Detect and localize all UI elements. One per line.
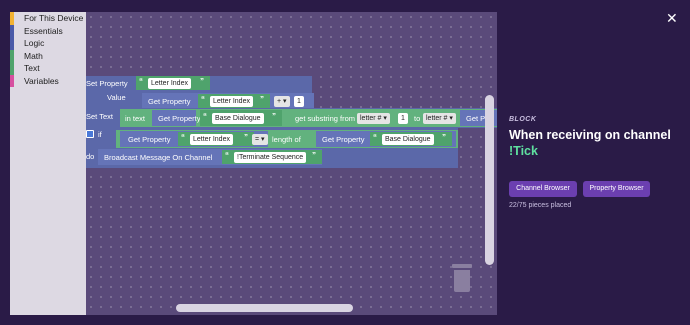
- pieces-placed-count: 22/75 pieces placed: [509, 202, 572, 209]
- length-of-label: length of: [272, 135, 301, 144]
- open-quote: “: [225, 151, 229, 160]
- category-swatch: [10, 37, 14, 50]
- category-label: Variables: [24, 75, 59, 86]
- base-dialogue-text-block[interactable]: “ Base Dialogue ”: [200, 110, 282, 126]
- close-quote: ”: [200, 77, 204, 86]
- open-quote: “: [181, 133, 185, 142]
- value-label: Value: [107, 93, 126, 102]
- trash-body: [454, 270, 470, 292]
- math-add-block[interactable]: Get Property “ Letter Index ” + ▾ 1: [142, 93, 314, 109]
- channel-browser-button[interactable]: Channel Browser: [509, 181, 577, 197]
- category-text[interactable]: Text: [10, 62, 86, 75]
- in-text-label: in text: [125, 114, 146, 123]
- if-label: if: [98, 130, 102, 139]
- letter-num-value: letter #: [360, 114, 382, 122]
- close-quote: ”: [312, 151, 316, 160]
- get-property-label: Get Property: [148, 97, 191, 106]
- category-label: For This Device: [24, 13, 84, 23]
- get-property-block[interactable]: Get Property: [152, 110, 201, 126]
- set-text-label: Set Text: [86, 112, 113, 121]
- toolbox: For This Device Essentials Logic Math Te…: [10, 12, 86, 315]
- letter-index-text-block-3[interactable]: “ Letter Index ”: [178, 132, 254, 146]
- horizontal-scrollbar[interactable]: [176, 304, 353, 312]
- category-label: Text: [24, 63, 40, 73]
- letter-index-value[interactable]: Letter Index: [148, 77, 191, 89]
- category-label: Logic: [24, 38, 45, 48]
- vertical-scrollbar[interactable]: [485, 95, 494, 265]
- get-p-label: Get P: [466, 114, 486, 123]
- get-property-label: Get Property: [128, 135, 171, 144]
- equals-operator: =: [255, 135, 260, 143]
- terminate-text-block[interactable]: “ !Terminate Sequence ”: [222, 150, 322, 164]
- category-logic[interactable]: Logic: [10, 37, 86, 50]
- trash-lid: [452, 264, 472, 268]
- number-one-input[interactable]: 1: [294, 95, 304, 107]
- category-swatch: [10, 74, 14, 87]
- get-property-block-4[interactable]: Get Property “ Base Dialogue ”: [316, 131, 456, 147]
- panel-title: When receiving on channel: [509, 128, 671, 142]
- broadcast-label: Broadcast Message On Channel: [104, 153, 213, 162]
- left-strip: [0, 0, 10, 325]
- category-label: Essentials: [24, 25, 63, 36]
- substring-label: get substring from: [295, 114, 356, 123]
- close-quote: ”: [272, 112, 276, 121]
- letter-num-dropdown[interactable]: letter # ▾: [357, 112, 390, 124]
- letter-index-value-3[interactable]: Letter Index: [190, 133, 233, 145]
- base-dialogue-text-block-2[interactable]: “ Base Dialogue ”: [370, 132, 452, 146]
- open-quote: “: [373, 133, 377, 142]
- substring-block[interactable]: in text Get Property “ Base Dialogue ” g…: [120, 109, 497, 127]
- do-label: do: [86, 152, 95, 161]
- panel-channel: !Tick: [509, 144, 538, 158]
- panel-kicker: BLOCK: [509, 116, 537, 123]
- set-property-label: Set Property: [86, 79, 128, 88]
- open-quote: “: [139, 77, 143, 86]
- category-for-this-device[interactable]: For This Device: [10, 12, 86, 25]
- block-workspace[interactable]: Set Property “ Letter Index ” Value Get …: [86, 12, 497, 315]
- base-dialogue-value-2[interactable]: Base Dialogue: [382, 133, 434, 145]
- letter-index-text-block[interactable]: “ Letter Index ”: [136, 76, 210, 90]
- equals-operator-dropdown[interactable]: = ▾: [252, 133, 268, 145]
- close-quote: ”: [260, 95, 264, 104]
- get-property-label: Get Property: [158, 114, 201, 123]
- category-variables[interactable]: Variables: [10, 74, 86, 87]
- set-text-block[interactable]: Set Text in text Get Property “ Base Dia…: [86, 108, 497, 128]
- plus-operator-dropdown[interactable]: + ▾: [274, 95, 290, 107]
- terminate-value[interactable]: !Terminate Sequence: [234, 151, 307, 163]
- letter-index-value-2[interactable]: Letter Index: [210, 95, 253, 107]
- category-math[interactable]: Math: [10, 49, 86, 62]
- get-property-block-3[interactable]: Get Property “ Letter Index ”: [120, 131, 268, 147]
- open-quote: “: [203, 112, 207, 121]
- trash-icon[interactable]: [452, 264, 472, 294]
- category-essentials[interactable]: Essentials: [10, 24, 86, 37]
- letter-num-value-2: letter #: [426, 114, 448, 122]
- property-browser-button[interactable]: Property Browser: [583, 181, 650, 197]
- compare-block[interactable]: Get Property “ Letter Index ” = ▾ length…: [116, 130, 458, 148]
- plus-operator: +: [277, 97, 282, 105]
- to-label: to: [414, 114, 421, 123]
- category-swatch: [10, 62, 14, 75]
- close-quote: ”: [244, 133, 248, 142]
- substring-from-input[interactable]: 1: [398, 112, 408, 124]
- get-property-label: Get Property: [322, 135, 365, 144]
- broadcast-block[interactable]: Broadcast Message On Channel “ !Terminat…: [98, 149, 322, 165]
- category-swatch: [10, 24, 14, 37]
- base-dialogue-value[interactable]: Base Dialogue: [212, 112, 264, 124]
- category-swatch: [10, 12, 14, 25]
- category-swatch: [10, 49, 14, 62]
- open-quote: “: [201, 95, 205, 104]
- close-quote: ”: [442, 133, 446, 142]
- letter-num-dropdown-2[interactable]: letter # ▾: [423, 112, 456, 124]
- gear-icon[interactable]: [86, 130, 94, 138]
- category-label: Math: [24, 50, 43, 61]
- close-icon[interactable]: ✕: [666, 10, 678, 27]
- letter-index-text-block-2[interactable]: “ Letter Index ”: [198, 94, 270, 108]
